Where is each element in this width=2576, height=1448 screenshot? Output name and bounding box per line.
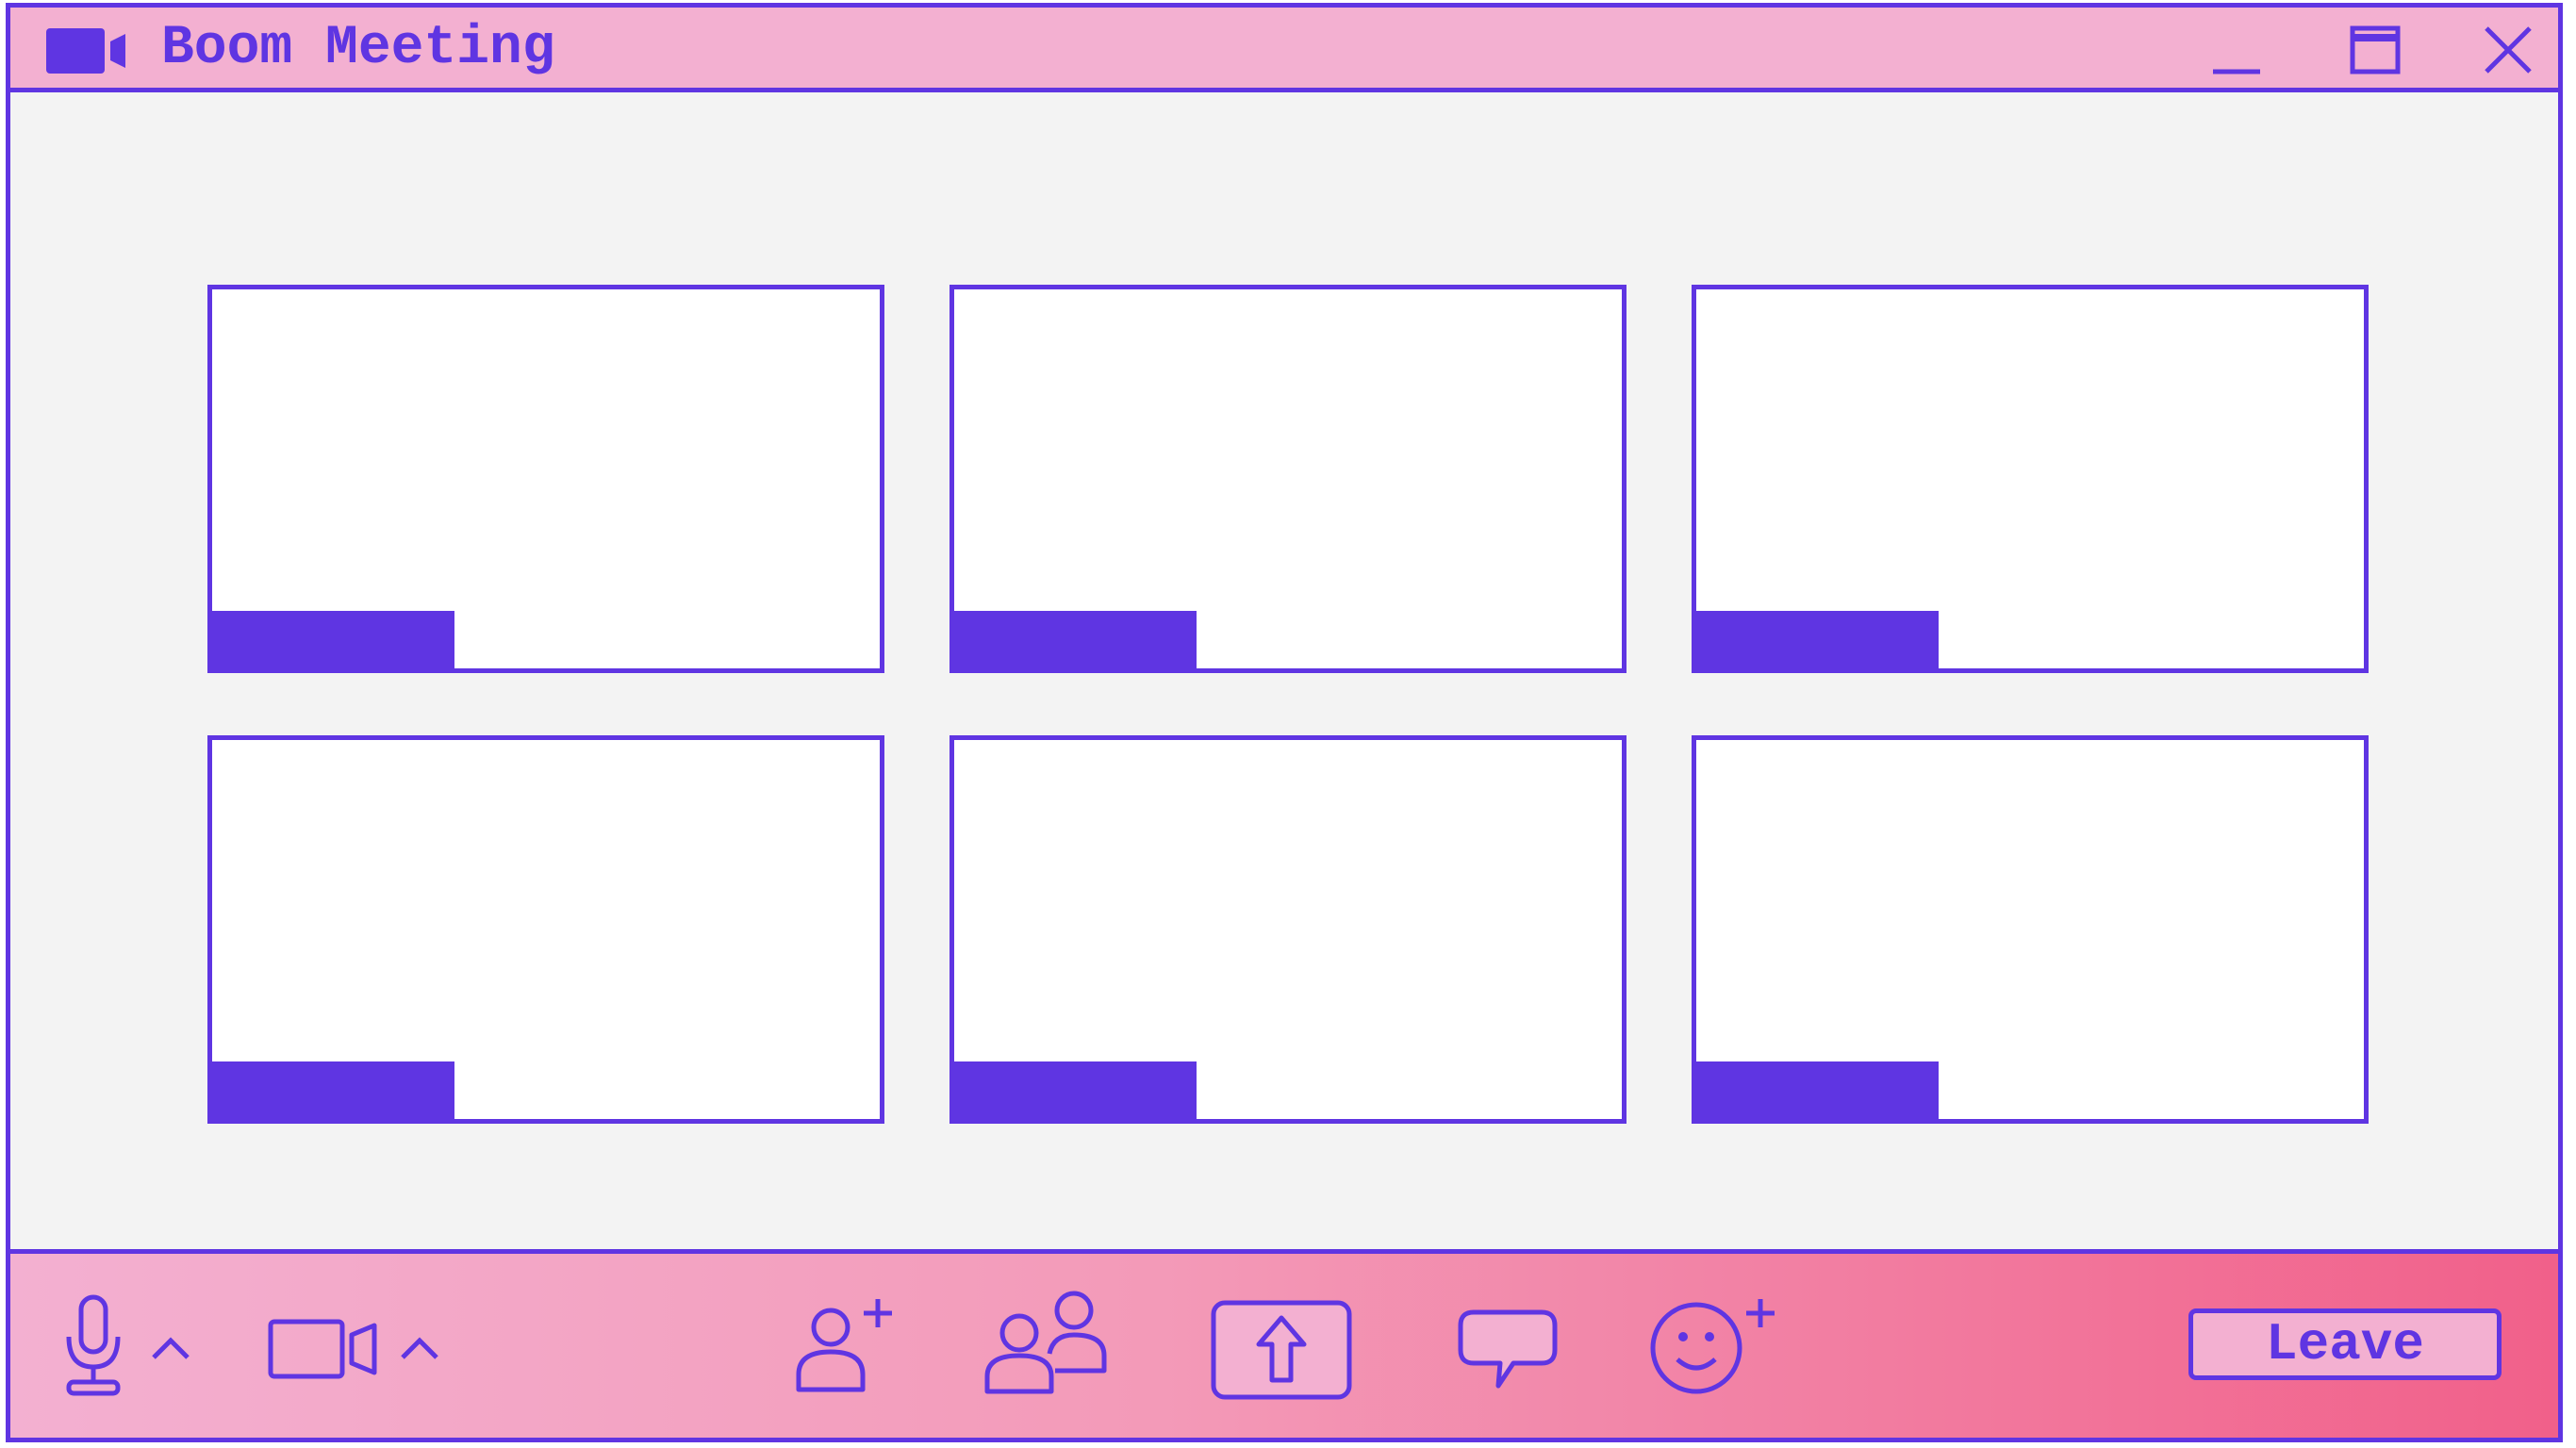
- participant-tile[interactable]: [1692, 285, 2369, 673]
- participant-tile[interactable]: [1692, 735, 2369, 1124]
- participant-name-bar: [949, 1061, 1197, 1124]
- meeting-toolbar: Leave: [10, 1249, 2558, 1438]
- meeting-window: Boom Meeting Leave: [6, 3, 2563, 1442]
- close-icon: [2485, 26, 2532, 74]
- window-title: Boom Meeting: [161, 18, 555, 79]
- title-bar: Boom Meeting: [10, 8, 2558, 92]
- add-participant-icon: [796, 1299, 892, 1392]
- participant-name-bar: [1692, 611, 1939, 673]
- participant-name-bar: [1692, 1061, 1939, 1124]
- share-screen-button[interactable]: [1210, 1299, 1353, 1401]
- add-reaction-icon: [1650, 1299, 1775, 1394]
- video-options-button[interactable]: [397, 1333, 442, 1363]
- participants-button[interactable]: [982, 1288, 1110, 1397]
- audio-options-button[interactable]: [148, 1333, 193, 1363]
- participant-name-bar: [949, 611, 1197, 673]
- minimize-icon: [2213, 69, 2260, 74]
- video-camera-icon: [46, 28, 137, 74]
- mute-button[interactable]: [59, 1293, 125, 1397]
- reactions-button[interactable]: [1649, 1293, 1781, 1395]
- participant-tile[interactable]: [949, 285, 1627, 673]
- minimize-button[interactable]: [2207, 25, 2264, 77]
- participant-name-bar: [207, 1061, 454, 1124]
- share-screen-icon: [1211, 1300, 1352, 1400]
- chat-button[interactable]: [1457, 1308, 1559, 1393]
- microphone-icon: [66, 1294, 121, 1396]
- participants-icon: [984, 1291, 1107, 1394]
- video-camera-icon: [268, 1319, 377, 1379]
- chevron-up-icon: [401, 1337, 438, 1359]
- participant-grid: [10, 92, 2558, 1261]
- invite-button[interactable]: [793, 1293, 899, 1395]
- video-toggle-button[interactable]: [267, 1318, 380, 1380]
- maximize-button[interactable]: [2347, 25, 2403, 77]
- participant-tile[interactable]: [207, 285, 884, 673]
- close-button[interactable]: [2479, 25, 2535, 77]
- leave-button[interactable]: Leave: [2188, 1308, 2502, 1380]
- maximize-icon: [2350, 25, 2401, 74]
- chat-icon: [1458, 1309, 1558, 1389]
- chevron-up-icon: [152, 1337, 190, 1359]
- participant-tile[interactable]: [949, 735, 1627, 1124]
- participant-tile[interactable]: [207, 735, 884, 1124]
- participant-name-bar: [207, 611, 454, 673]
